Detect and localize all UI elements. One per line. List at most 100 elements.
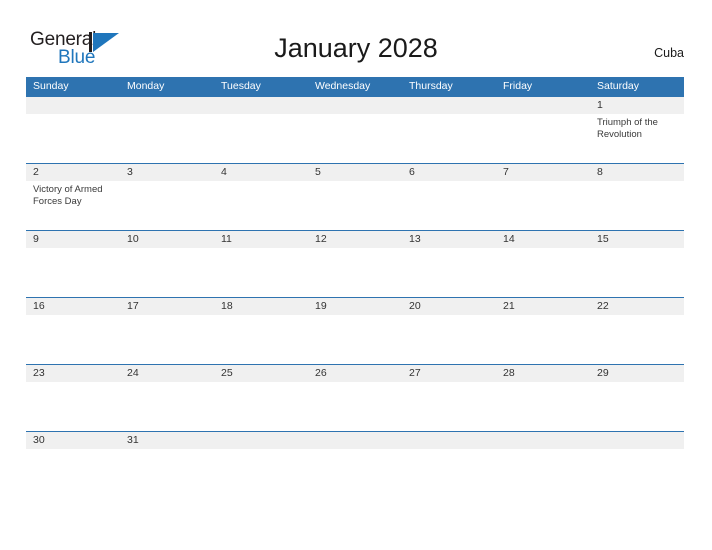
day-cell-number[interactable]: [214, 97, 308, 114]
week-date-band: 1: [26, 97, 684, 114]
day-cell-number[interactable]: [308, 432, 402, 449]
day-cell-event: [26, 248, 120, 251]
week-event-band: [26, 315, 684, 318]
day-cell-event: [214, 181, 308, 207]
day-cell-event: [120, 449, 214, 452]
day-header-wednesday: Wednesday: [315, 80, 371, 92]
week-date-band: 2 3 4 5 6 7 8: [26, 164, 684, 181]
day-cell-event: [120, 382, 214, 385]
page-header: General Blue January 2028 Cuba: [0, 0, 712, 76]
day-cell-event: [214, 315, 308, 318]
day-header-monday: Monday: [127, 80, 165, 92]
day-cell-number[interactable]: 5: [308, 164, 402, 181]
calendar-page: General Blue January 2028 Cuba Sunday Mo…: [0, 0, 712, 550]
day-cell-event: [402, 114, 496, 140]
week-date-band: 9 10 11 12 13 14 15: [26, 231, 684, 248]
day-cell-number[interactable]: 10: [120, 231, 214, 248]
day-cell-number[interactable]: 18: [214, 298, 308, 315]
day-cell-number[interactable]: 14: [496, 231, 590, 248]
week-row: 23 24 25 26 27 28 29: [26, 364, 684, 431]
day-cell-event: [26, 114, 120, 140]
day-header-friday: Friday: [503, 80, 533, 92]
day-cell-number[interactable]: 21: [496, 298, 590, 315]
day-cell-event: [496, 449, 590, 452]
day-cell-event: [590, 315, 684, 318]
day-cell-number[interactable]: 8: [590, 164, 684, 181]
day-cell-event: [120, 315, 214, 318]
day-header-tuesday: Tuesday: [221, 80, 261, 92]
day-cell-event: [590, 382, 684, 385]
day-cell-event: [496, 315, 590, 318]
week-row: 2 3 4 5 6 7 8 Victory of Armed Forces Da…: [26, 163, 684, 230]
day-cell-number[interactable]: 2: [26, 164, 120, 181]
week-event-band: [26, 248, 684, 251]
day-cell-number[interactable]: [26, 97, 120, 114]
day-cell-number[interactable]: 6: [402, 164, 496, 181]
day-cell-number[interactable]: 4: [214, 164, 308, 181]
day-cell-number[interactable]: 31: [120, 432, 214, 449]
day-cell-event: [590, 449, 684, 452]
day-cell-number[interactable]: 16: [26, 298, 120, 315]
day-cell-event: [590, 181, 684, 207]
day-header-sunday: Sunday: [33, 80, 69, 92]
day-cell-event: [120, 181, 214, 207]
week-date-band: 30 31: [26, 432, 684, 449]
day-cell-event: [26, 315, 120, 318]
day-cell-event: [26, 382, 120, 385]
day-cell-event: [402, 248, 496, 251]
day-cell-event: [496, 114, 590, 140]
day-cell-number[interactable]: [590, 432, 684, 449]
week-event-band: Victory of Armed Forces Day: [26, 181, 684, 207]
day-cell-number[interactable]: 19: [308, 298, 402, 315]
day-cell-event: [402, 449, 496, 452]
day-cell-event: [214, 449, 308, 452]
day-cell-number[interactable]: [496, 97, 590, 114]
day-cell-number[interactable]: 15: [590, 231, 684, 248]
week-date-band: 23 24 25 26 27 28 29: [26, 365, 684, 382]
day-cell-number[interactable]: 12: [308, 231, 402, 248]
week-row: 30 31: [26, 431, 684, 459]
day-cell-event: [308, 114, 402, 140]
day-cell-number[interactable]: 17: [120, 298, 214, 315]
week-event-band: [26, 382, 684, 385]
day-cell-number[interactable]: 20: [402, 298, 496, 315]
day-cell-number[interactable]: 11: [214, 231, 308, 248]
day-cell-number[interactable]: [402, 97, 496, 114]
day-cell-event: [402, 315, 496, 318]
day-cell-number[interactable]: [308, 97, 402, 114]
day-cell-number[interactable]: 24: [120, 365, 214, 382]
day-header-saturday: Saturday: [597, 80, 640, 92]
day-cell-number[interactable]: 28: [496, 365, 590, 382]
week-row: 1 Triumph of the Revolution: [26, 96, 684, 163]
day-cell-event: [308, 248, 402, 251]
calendar-grid: Sunday Monday Tuesday Wednesday Thursday…: [26, 77, 684, 459]
day-cell-number[interactable]: 25: [214, 365, 308, 382]
day-cell-number[interactable]: 29: [590, 365, 684, 382]
day-cell-number[interactable]: [496, 432, 590, 449]
day-cell-event: [402, 181, 496, 207]
day-cell-number[interactable]: [120, 97, 214, 114]
day-cell-event: [214, 248, 308, 251]
day-cell-event: Victory of Armed Forces Day: [33, 184, 103, 207]
day-cell-number[interactable]: 3: [120, 164, 214, 181]
day-cell-number[interactable]: [402, 432, 496, 449]
page-title: January 2028: [274, 33, 438, 63]
day-cell-number[interactable]: 26: [308, 365, 402, 382]
day-header-thursday: Thursday: [409, 80, 453, 92]
day-cell-event: Triumph of the Revolution: [597, 117, 658, 140]
week-date-band: 16 17 18 19 20 21 22: [26, 298, 684, 315]
day-cell-number[interactable]: 22: [590, 298, 684, 315]
day-cell-event: [590, 248, 684, 251]
day-cell-number[interactable]: 27: [402, 365, 496, 382]
day-cell-number[interactable]: 7: [496, 164, 590, 181]
day-cell-number[interactable]: 23: [26, 365, 120, 382]
day-cell-number[interactable]: 9: [26, 231, 120, 248]
week-row: 9 10 11 12 13 14 15: [26, 230, 684, 297]
day-cell-number[interactable]: 13: [402, 231, 496, 248]
day-cell-event: [120, 248, 214, 251]
week-event-band: Triumph of the Revolution: [26, 114, 684, 140]
day-cell-event: [308, 181, 402, 207]
day-cell-number[interactable]: 1: [590, 97, 684, 114]
day-cell-number[interactable]: 30: [26, 432, 120, 449]
day-cell-number[interactable]: [214, 432, 308, 449]
